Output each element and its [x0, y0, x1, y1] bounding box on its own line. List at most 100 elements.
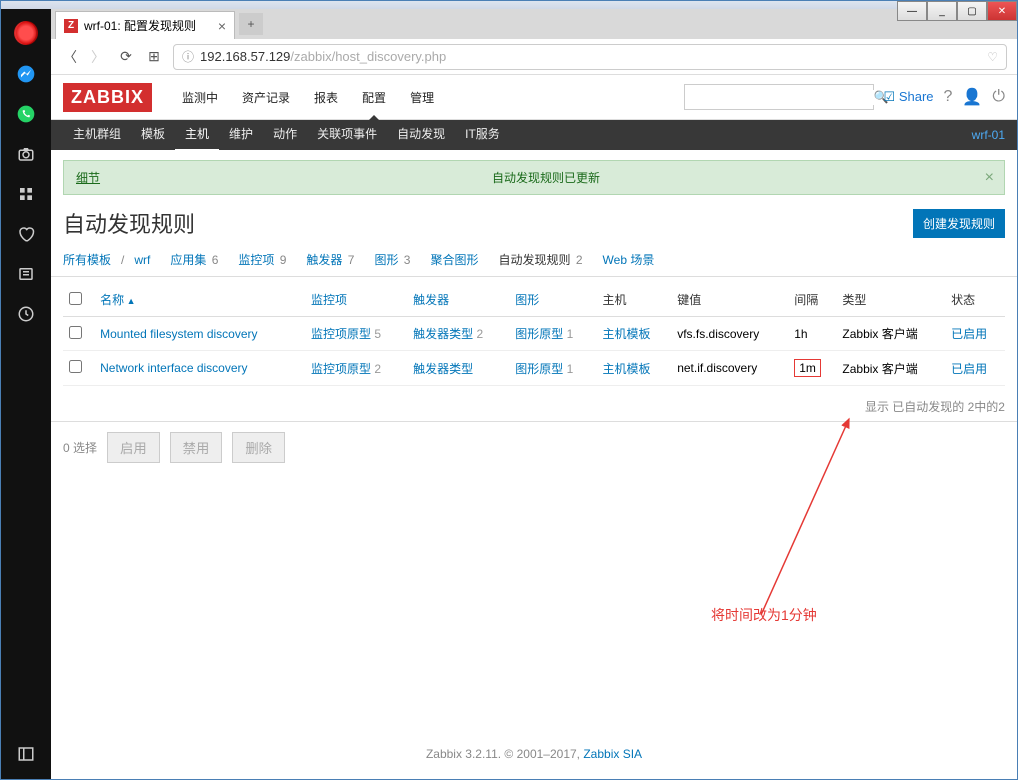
- rule-link[interactable]: Mounted filesystem discovery: [100, 327, 257, 341]
- browser-tab[interactable]: Z wrf-01: 配置发现规则 ×: [55, 11, 235, 39]
- select-all-checkbox[interactable]: [69, 292, 82, 305]
- nav-back-icon[interactable]: 〈: [61, 47, 79, 67]
- notice-close-icon[interactable]: ×: [985, 169, 994, 187]
- crumb-item: 自动发现规则 2: [499, 251, 583, 268]
- proto-link[interactable]: 监控项原型: [311, 327, 371, 341]
- heart-icon[interactable]: [15, 223, 37, 245]
- panel-icon[interactable]: [15, 743, 37, 765]
- key-cell: vfs.fs.discovery: [671, 317, 788, 351]
- user-icon[interactable]: 👤: [962, 87, 982, 107]
- submenu-item[interactable]: IT服务: [455, 119, 510, 152]
- crumb-item: 聚合图形: [430, 251, 478, 268]
- proto-link[interactable]: 图形原型: [515, 327, 563, 341]
- share-button[interactable]: ☑ Share: [884, 89, 934, 105]
- nav-forward-icon[interactable]: 〉: [89, 47, 107, 67]
- crumb-host[interactable]: wrf: [134, 253, 150, 267]
- submenu-item[interactable]: 主机: [175, 119, 219, 152]
- crumb-link[interactable]: 监控项: [238, 253, 274, 267]
- host-template-link[interactable]: 主机模板: [602, 327, 650, 341]
- col-graphs[interactable]: 图形: [509, 283, 596, 317]
- bulk-delete-button[interactable]: 删除: [232, 432, 285, 463]
- col-triggers[interactable]: 触发器: [407, 283, 509, 317]
- interval-highlighted: 1m: [794, 359, 821, 377]
- search-box: 🔍: [684, 84, 874, 110]
- result-count: 显示 已自动发现的 2中的2: [51, 392, 1017, 422]
- crumb-item: 图形 3: [374, 251, 410, 268]
- crumb-all-templates[interactable]: 所有模板: [63, 251, 111, 268]
- whatsapp-icon[interactable]: [15, 103, 37, 125]
- address-bar: 〈 〉 ⟳ ⊞ ⓘ 192.168.57.129/zabbix/host_dis…: [51, 39, 1017, 75]
- col-type: 类型: [836, 283, 945, 317]
- titlebar: [1, 1, 1017, 9]
- col-name[interactable]: 名称 ▲: [94, 283, 305, 317]
- messenger-icon[interactable]: [15, 63, 37, 85]
- proto-link[interactable]: 触发器类型: [413, 327, 473, 341]
- clock-icon[interactable]: [15, 303, 37, 325]
- create-rule-button[interactable]: 创建发现规则: [913, 209, 1005, 238]
- speed-dial-icon[interactable]: ⊞: [145, 48, 163, 65]
- status-link[interactable]: 已启用: [951, 362, 987, 376]
- topmenu-item[interactable]: 资产记录: [230, 75, 302, 120]
- camera-icon[interactable]: [15, 143, 37, 165]
- host-template-link[interactable]: 主机模板: [602, 362, 650, 376]
- discovery-table: 名称 ▲监控项触发器图形主机键值间隔类型状态 Mounted filesyste…: [63, 283, 1005, 386]
- crumb-link[interactable]: 聚合图形: [430, 253, 478, 267]
- bookmark-icon[interactable]: ♡: [987, 50, 998, 64]
- notice-detail-link[interactable]: 细节: [76, 169, 100, 186]
- grid-icon[interactable]: [15, 183, 37, 205]
- url-input[interactable]: ⓘ 192.168.57.129/zabbix/host_discovery.p…: [173, 44, 1007, 70]
- topmenu-item[interactable]: 报表: [302, 75, 350, 120]
- submenu-item[interactable]: 自动发现: [387, 119, 455, 152]
- topmenu-item[interactable]: 监测中: [170, 75, 230, 120]
- search-input[interactable]: [685, 90, 874, 105]
- key-cell: net.if.discovery: [671, 351, 788, 386]
- submenu-item[interactable]: 维护: [219, 119, 263, 152]
- reload-icon[interactable]: ⟳: [117, 48, 135, 65]
- submenu-item[interactable]: 模板: [131, 119, 175, 152]
- bulk-enable-button[interactable]: 启用: [107, 432, 160, 463]
- col-items[interactable]: 监控项: [305, 283, 407, 317]
- info-icon: ⓘ: [182, 48, 194, 65]
- opera-sidebar: [1, 9, 51, 779]
- zabbix-topnav: ZABBIX 监测中资产记录报表配置管理 🔍 ☑ Share ? 👤 ⏻: [51, 75, 1017, 120]
- win-maximize-button[interactable]: ▢: [957, 1, 987, 21]
- interval-cell: 1m: [788, 351, 836, 386]
- col-hosts: 主机: [596, 283, 671, 317]
- zabbix-logo[interactable]: ZABBIX: [63, 83, 152, 112]
- proto-link[interactable]: 图形原型: [515, 362, 563, 376]
- submenu-item[interactable]: 主机群组: [63, 119, 131, 152]
- col-key: 键值: [671, 283, 788, 317]
- topmenu-item[interactable]: 管理: [398, 75, 446, 120]
- crumb-link[interactable]: 触发器: [306, 253, 342, 267]
- help-icon[interactable]: ?: [944, 88, 953, 106]
- topmenu-item[interactable]: 配置: [350, 75, 398, 120]
- browser-tab-bar: Z wrf-01: 配置发现规则 × +: [51, 9, 1017, 39]
- interval-cell: 1h: [788, 317, 836, 351]
- proto-link[interactable]: 监控项原型: [311, 362, 371, 376]
- status-link[interactable]: 已启用: [951, 327, 987, 341]
- crumb-link[interactable]: 图形: [374, 253, 398, 267]
- crumb-item: 监控项 9: [238, 251, 286, 268]
- footer-link[interactable]: Zabbix SIA: [583, 747, 642, 761]
- crumb-link[interactable]: 应用集: [170, 253, 206, 267]
- crumb-item: 应用集 6: [170, 251, 218, 268]
- crumb-item: Web 场景: [603, 251, 655, 268]
- page-title: 自动发现规则: [63, 207, 195, 239]
- row-checkbox[interactable]: [69, 360, 82, 373]
- row-checkbox[interactable]: [69, 326, 82, 339]
- submenu-item[interactable]: 关联项事件: [307, 119, 387, 152]
- win-close-button[interactable]: ✕: [987, 1, 1017, 21]
- proto-link[interactable]: 触发器类型: [413, 362, 473, 376]
- tab-close-icon[interactable]: ×: [218, 18, 226, 34]
- win-minimize-button[interactable]: _: [927, 1, 957, 21]
- submenu-item[interactable]: 动作: [263, 119, 307, 152]
- new-tab-button[interactable]: +: [239, 13, 263, 35]
- filter-crumbs: 所有模板/wrf应用集 6监控项 9触发器 7图形 3聚合图形自动发现规则 2W…: [51, 243, 1017, 277]
- news-icon[interactable]: [15, 263, 37, 285]
- rule-link[interactable]: Network interface discovery: [100, 361, 247, 375]
- opera-icon[interactable]: [14, 21, 38, 45]
- power-icon[interactable]: ⏻: [992, 88, 1005, 106]
- bulk-disable-button[interactable]: 禁用: [170, 432, 223, 463]
- win-collapse-button[interactable]: —: [897, 1, 927, 21]
- crumb-link[interactable]: Web 场景: [603, 253, 655, 267]
